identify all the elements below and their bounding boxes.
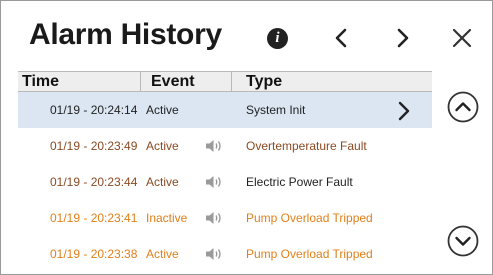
row-event: Active [146,139,179,153]
table-header: Time Event Type [18,71,432,92]
row-type: Pump Overload Tripped [246,247,373,261]
chevron-right-icon[interactable] [395,100,413,122]
column-header-time[interactable]: Time [22,72,59,91]
row-time: 01/19 - 20:24:14 [50,103,138,117]
close-icon[interactable] [449,25,475,51]
chevron-left-icon[interactable] [329,25,355,51]
row-type: Electric Power Fault [246,175,353,189]
row-time: 01/19 - 20:23:41 [50,211,138,225]
speaker-icon[interactable] [205,247,223,261]
chevron-down-circle-icon[interactable] [447,225,479,257]
row-event: Active [146,103,179,117]
row-event: Active [146,247,179,261]
speaker-icon[interactable] [205,211,223,225]
table-row[interactable]: 01/19 - 20:24:14 Active System Init [18,92,432,128]
chevron-right-icon[interactable] [389,25,415,51]
alarm-list: 01/19 - 20:24:14 Active System Init 01/1… [18,92,432,272]
row-event: Inactive [146,211,188,225]
row-event: Active [146,175,179,189]
alarm-history-window: Alarm History i Time Event Type 01/19 - … [0,0,493,275]
row-time: 01/19 - 20:23:38 [50,247,138,261]
info-icon[interactable]: i [267,28,288,49]
speaker-icon[interactable] [205,139,223,153]
column-header-event[interactable]: Event [140,72,195,91]
title-bar: Alarm History i [1,1,492,69]
row-time: 01/19 - 20:23:49 [50,139,138,153]
row-type: Pump Overload Tripped [246,211,373,225]
page-title: Alarm History [29,18,222,51]
table-row[interactable]: 01/19 - 20:23:44 Active Electric Power F… [18,164,432,200]
chevron-up-circle-icon[interactable] [447,91,479,123]
speaker-icon[interactable] [205,175,223,189]
table-row[interactable]: 01/19 - 20:23:41 Inactive Pump Overload … [18,200,432,236]
row-time: 01/19 - 20:23:44 [50,175,138,189]
row-type: Overtemperature Fault [246,139,367,153]
table-row[interactable]: 01/19 - 20:23:38 Active Pump Overload Tr… [18,236,432,272]
table-row[interactable]: 01/19 - 20:23:49 Active Overtemperature … [18,128,432,164]
row-type: System Init [246,103,306,117]
column-header-type[interactable]: Type [231,72,282,91]
